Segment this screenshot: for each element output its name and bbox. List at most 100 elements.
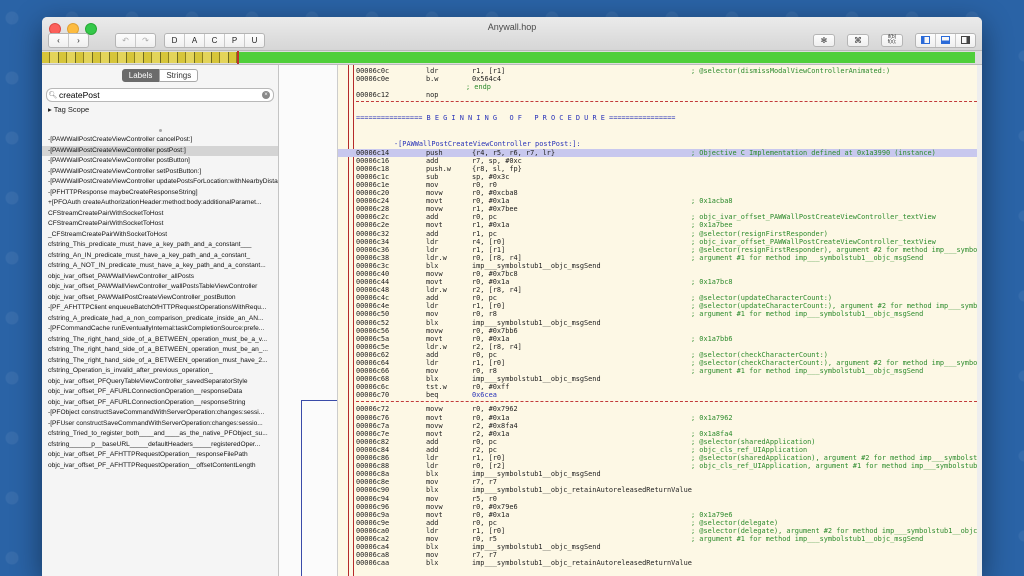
label-item[interactable]: -[PFHTTPResponse maybeCreateResponseStri… [42,188,278,199]
tag-scope-toggle[interactable]: ▸ Tag Scope [48,105,278,114]
forward-button[interactable]: › [69,34,88,47]
code-line[interactable]: 00006c70 beq 0x6cea [338,391,982,399]
code-line[interactable]: 00006c3c blx imp___symbolstub1__objc_msgSe… [338,262,982,270]
redo-button[interactable]: ↷ [136,34,155,47]
code-line[interactable]: 00006c66 mov r0, r8 ; argument #1 for metho… [338,367,982,375]
code-line[interactable]: 00006c88 ldr r0, [r2] ; objc_cls_ref_UIAppl… [338,462,982,470]
label-item[interactable]: cfstring_Operation_is_invalid_after_prev… [42,366,278,377]
code-line[interactable]: 00006ca8 mov r7, r7 [338,551,982,559]
code-line[interactable]: 00006c84 add r2, pc ; objc_cls_ref_UIApplic… [338,446,982,454]
label-item[interactable]: objc_ivar_offset_PF_AFHTTPRequestOperati… [42,450,278,461]
label-item[interactable]: cfstring_The_right_hand_side_of_a_BETWEE… [42,356,278,367]
label-item[interactable]: cfstring_A_predicate_had_a_non_compariso… [42,314,278,325]
label-item[interactable]: -[PF_AFHTTPClient enqueueBatchOfHTTPRequ… [42,303,278,314]
label-item[interactable]: -[PAWWallPostCreateViewController cancel… [42,135,278,146]
procedure-name[interactable]: -[PAWWallPostCreateViewController postPo… [338,140,982,148]
code-line[interactable]: 00006c8a blx imp___symbolstub1__objc_msgSe… [338,470,982,478]
code-line[interactable]: 00006c7e movt r2, #0x1a ; 0x1a8fa4 [338,430,982,438]
code-line[interactable]: 00006c14 push {r4, r5, r6, r7, lr} ; Object… [338,148,982,157]
label-item[interactable]: cfstring_A_NOT_IN_predicate_must_have_a_… [42,261,278,272]
code-line[interactable]: 00006c86 ldr r1, [r0] ; @selector(sharedApp… [338,454,982,462]
code-line[interactable]: 00006c36 ldr r1, [r1] ; @selector(resignFir… [338,246,982,254]
label-item[interactable]: CFStreamCreatePairWithSocketToHost [42,219,278,230]
label-item[interactable]: CFStreamCreatePairWithSocketToHost [42,209,278,220]
disassembly-view[interactable]: 00006c0c ldr r1, [r1] ; @selector(dismissMo… [338,65,982,576]
code-line[interactable]: 00006c94 mov r5, r0 [338,495,982,503]
label-item[interactable]: objc_ivar_offset_PF_AFURLConnectionOpera… [42,387,278,398]
mode-c-button[interactable]: C [205,33,225,47]
search-field[interactable]: 🔍︎ createPost × [46,88,274,102]
label-item[interactable]: -[PAWWallPostCreateViewController postBu… [42,156,278,167]
panel-left-toggle[interactable] [916,33,936,47]
mode-u-button[interactable]: U [245,34,264,47]
code-line[interactable]: 00006c50 mov r0, r8 ; argument #1 for metho… [338,310,982,318]
tab-labels[interactable]: Labels [121,69,160,82]
label-item[interactable]: -[PAWWallPostCreateViewController postPo… [42,145,278,156]
label-item[interactable]: cfstring_An_IN_predicate_must_have_a_key… [42,251,278,262]
code-line[interactable]: 00006c38 ldr.w r0, [r8, r4] ; argument #1 f… [338,254,982,262]
code-line[interactable]: 00006c76 movt r0, #0x1a ; 0x1a7962 [338,414,982,422]
code-line[interactable]: 00006c68 blx imp___symbolstub1__objc_msgSe… [338,375,982,383]
label-item[interactable]: objc_ivar_offset_PAWWallPostCreateViewCo… [42,293,278,304]
label-item[interactable]: objc_ivar_offset_PFQueryTableViewControl… [42,377,278,388]
code-line[interactable]: 00006c4e ldr r1, [r0] ; @selector(updateCha… [338,302,982,310]
code-line[interactable]: 00006c64 ldr r1, [r0] ; @selector(checkChar… [338,359,982,367]
code-line[interactable]: 00006c20 movw r0, #0xcba8 [338,189,982,197]
code-line[interactable]: 00006c9a movt r0, #0x1a ; 0x1a79e6 [338,511,982,519]
label-item[interactable]: cfstring______p__baseURL_____defaultHead… [42,440,278,451]
gear-button[interactable]: ✻ [813,33,835,47]
undo-button[interactable]: ↶ [116,33,136,47]
code-line[interactable]: 00006c5e ldr.w r2, [r8, r4] [338,343,982,351]
code-line[interactable]: 00006c5a movt r0, #0x1a ; 0x1a7bb6 [338,335,982,343]
code-line[interactable]: 00006ca2 mov r0, r5 ; argument #1 for metho… [338,535,982,543]
label-item[interactable]: -[PFUser constructSaveCommandWithServerO… [42,419,278,430]
label-item[interactable]: cfstring_This_predicate_must_have_a_key_… [42,240,278,251]
label-item[interactable]: objc_ivar_offset_PF_AFURLConnectionOpera… [42,398,278,409]
code-line[interactable]: 00006c24 movt r0, #0x1a ; 0x1acba8 [338,197,982,205]
code-line[interactable]: 00006c52 blx imp___symbolstub1__objc_msgSe… [338,319,982,327]
panel-bottom-toggle[interactable] [936,33,956,47]
code-line[interactable]: 00006c18 push.w {r8, sl, fp} [338,165,982,173]
code-line[interactable]: 00006caa blx imp___symbolstub1__objc_retai… [338,559,982,567]
code-line[interactable]: 00006c96 movw r0, #0x79e6 [338,503,982,511]
code-line[interactable]: 00006c6c tst.w r0, #0xff [338,383,982,391]
label-item[interactable]: objc_ivar_offset_PAWWallViewController_a… [42,272,278,283]
code-line[interactable]: 00006c28 movw r1, #0x7bee [338,205,982,213]
navigation-bar[interactable] [42,51,982,65]
code-line[interactable]: 00006ca0 ldr r1, [r0] ; @selector(delegate)… [338,527,982,535]
code-line[interactable]: ; endp [338,83,982,91]
scrollbar[interactable] [977,65,982,576]
code-line[interactable]: 00006c2e movt r1, #0x1a ; 0x1a7bee [338,221,982,229]
search-input[interactable]: createPost [59,90,100,100]
code-line[interactable]: 00006c0c ldr r1, [r1] ; @selector(dismissMo… [338,67,982,75]
code-line[interactable]: 00006c2c add r0, pc ; objc_ivar_offset_PAWW… [338,213,982,221]
code-line[interactable]: 00006c9e add r0, pc ; @selector(delegate) [338,519,982,527]
label-item[interactable]: -[PAWWallPostCreateViewController setPos… [42,167,278,178]
code-line[interactable]: 00006c48 ldr.w r2, [r8, r4] [338,286,982,294]
label-item[interactable]: +[PFOAuth createAuthorizationHeader:meth… [42,198,278,209]
code-line[interactable]: 00006c72 movw r0, #0x7962 [338,405,982,413]
mode-a-button[interactable]: A [185,33,205,47]
code-line[interactable]: 00006c0e b.w 0x564c4 [338,75,982,83]
code-line[interactable]: 00006c34 ldr r4, [r0] ; objc_ivar_offset_PA… [338,238,982,246]
back-button[interactable]: ‹ [49,33,69,47]
code-line[interactable]: 00006c90 blx imp___symbolstub1__objc_retai… [338,486,982,494]
label-item[interactable]: cfstring_The_right_hand_side_of_a_BETWEE… [42,335,278,346]
label-item[interactable]: -[PAWWallPostCreateViewController update… [42,177,278,188]
mode-p-button[interactable]: P [225,33,245,47]
code-line[interactable]: 00006c4c add r0, pc ; @selector(updateChara… [338,294,982,302]
code-line[interactable]: 00006c16 add r7, sp, #0xc [338,157,982,165]
code-line[interactable]: 00006c7a movw r2, #0x8fa4 [338,422,982,430]
label-item[interactable]: -[PFCommandCache runEventuallyInternal:t… [42,324,278,335]
label-item[interactable]: cfstring_The_right_hand_side_of_a_BETWEE… [42,345,278,356]
mode-d-button[interactable]: D [165,33,185,47]
tab-strings[interactable]: Strings [159,69,199,82]
code-line[interactable]: 00006c8e mov r7, r7 [338,478,982,486]
code-line[interactable]: 00006c82 add r0, pc ; @selector(sharedAppli… [338,438,982,446]
label-item[interactable]: objc_ivar_offset_PF_AFHTTPRequestOperati… [42,461,278,472]
cfg-button[interactable]: ⌘ [847,33,869,47]
code-line[interactable]: 00006c62 add r0, pc ; @selector(checkCharac… [338,351,982,359]
code-line[interactable]: 00006c1e mov r0, r0 [338,181,982,189]
label-item[interactable]: _CFStreamCreatePairWithSocketToHost [42,230,278,241]
code-line[interactable]: 00006c56 movw r0, #0x7bb6 [338,327,982,335]
